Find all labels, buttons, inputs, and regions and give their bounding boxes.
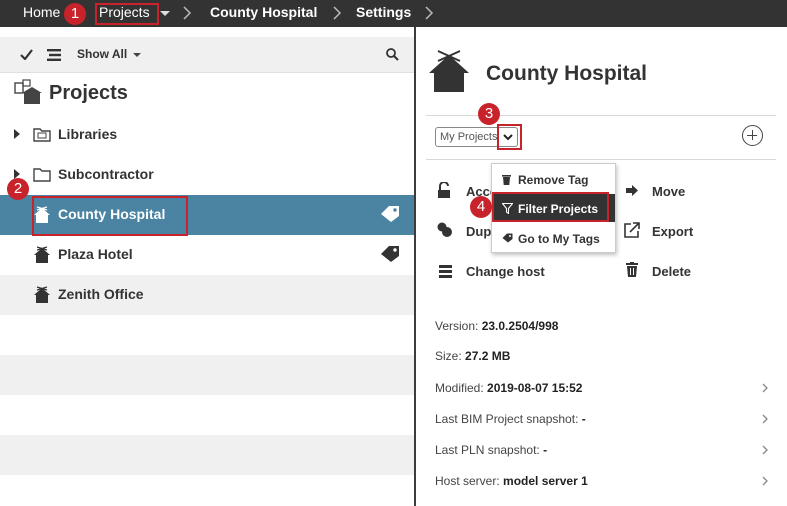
house-icon <box>34 286 50 303</box>
empty-row <box>0 355 414 395</box>
chevron-right-icon[interactable] <box>761 476 769 486</box>
empty-row <box>0 475 414 506</box>
chevron-right-icon <box>425 6 434 20</box>
chevron-right-icon[interactable] <box>761 414 769 424</box>
annotation-badge-2: 2 <box>7 178 29 200</box>
annotation-box-1 <box>95 3 159 25</box>
annotation-badge-1: 1 <box>64 3 86 25</box>
expand-arrow-icon[interactable] <box>14 129 20 139</box>
projects-dropdown-icon[interactable] <box>160 11 170 16</box>
library-folder-icon <box>33 128 51 142</box>
chevron-right-icon[interactable] <box>761 383 769 393</box>
add-tag-button[interactable] <box>742 125 763 146</box>
projects-toolbar: Show All <box>0 37 414 73</box>
tree-item-label: Libraries <box>58 126 118 142</box>
unlock-icon <box>438 182 450 198</box>
export-icon <box>624 222 640 238</box>
chevron-right-icon <box>333 6 342 20</box>
annotation-box-2 <box>32 196 188 236</box>
breadcrumb-project[interactable]: County Hospital <box>210 4 317 20</box>
projects-tree-icon <box>14 79 42 104</box>
annotation-box-3 <box>497 124 522 150</box>
project-title: County Hospital <box>486 62 647 85</box>
trash-icon <box>502 175 511 185</box>
folder-icon <box>33 168 51 182</box>
tree-item-plaza-hotel[interactable]: Plaza Hotel <box>0 235 414 275</box>
arrow-right-icon <box>626 185 638 196</box>
trash-icon <box>626 262 638 277</box>
info-host-server[interactable]: Host server: model server 1 <box>435 474 588 488</box>
projects-panel: Show All Projects Libraries Subcontracto… <box>0 27 414 506</box>
tree-item-label: Subcontractor <box>58 166 154 182</box>
page-title: Projects <box>49 82 128 104</box>
tree-item-label: Zenith Office <box>58 286 144 302</box>
annotation-box-4 <box>492 192 609 222</box>
info-modified[interactable]: Modified: 2019-08-07 15:52 <box>435 381 582 395</box>
info-bim-snapshot[interactable]: Last BIM Project snapshot: - <box>435 412 586 426</box>
info-size: Size: 27.2 MB <box>435 349 511 363</box>
show-all-dropdown-icon[interactable] <box>133 53 141 57</box>
tree-item-libraries[interactable]: Libraries <box>0 115 414 155</box>
empty-row <box>0 435 414 475</box>
tag-select-value: My Projects <box>440 131 498 143</box>
house-icon <box>34 246 50 263</box>
breadcrumb-home[interactable]: Home <box>23 4 60 20</box>
search-icon[interactable] <box>386 48 399 61</box>
show-all-filter[interactable]: Show All <box>77 47 127 61</box>
remove-tag-item[interactable]: Remove Tag <box>492 165 615 193</box>
duplicate-icon <box>437 222 452 237</box>
annotation-badge-4: 4 <box>470 196 492 218</box>
list-icon[interactable] <box>47 49 61 61</box>
go-to-my-tags-item[interactable]: Go to My Tags <box>492 224 615 252</box>
delete-button[interactable]: Delete <box>652 264 691 279</box>
project-details-panel: County Hospital My Projects Acce Move Du… <box>416 27 787 506</box>
check-icon[interactable] <box>20 49 33 60</box>
export-button[interactable]: Export <box>652 224 693 239</box>
empty-row <box>0 315 414 355</box>
empty-row <box>0 395 414 435</box>
tree-item-subcontractor[interactable]: Subcontractor <box>0 155 414 195</box>
server-icon <box>439 265 452 278</box>
breadcrumb-settings[interactable]: Settings <box>356 4 411 20</box>
chevron-right-icon <box>183 6 192 20</box>
tree-item-zenith-office[interactable]: Zenith Office <box>0 275 414 315</box>
info-pln-snapshot[interactable]: Last PLN snapshot: - <box>435 443 547 457</box>
chevron-right-icon[interactable] <box>761 445 769 455</box>
tag-icon[interactable] <box>380 245 400 263</box>
tag-icon[interactable] <box>380 205 400 223</box>
move-button[interactable]: Move <box>652 184 685 199</box>
info-version: Version: 23.0.2504/998 <box>435 319 559 333</box>
tag-icon <box>502 233 513 243</box>
change-host-button[interactable]: Change host <box>466 264 545 279</box>
house-icon <box>429 50 469 92</box>
annotation-badge-3: 3 <box>478 103 500 125</box>
divider <box>426 159 776 160</box>
tree-item-label: Plaza Hotel <box>58 246 133 262</box>
